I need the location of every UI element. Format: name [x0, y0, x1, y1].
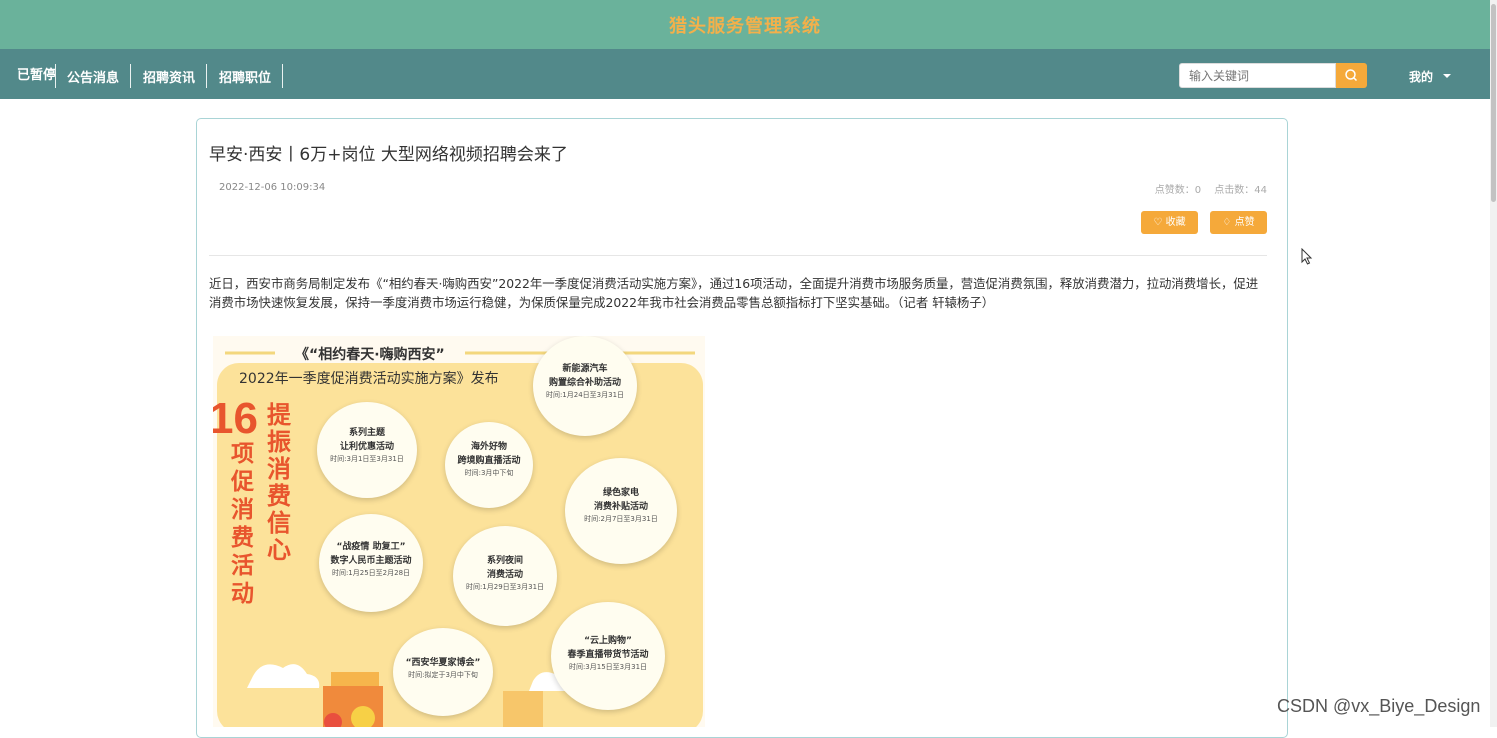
nav-separator [206, 64, 207, 88]
paused-label: 已暂停 [17, 68, 57, 83]
mouse-cursor-icon [1301, 248, 1313, 265]
article-datetime: 2022-12-06 10:09:34 [219, 182, 326, 193]
search-input[interactable] [1179, 63, 1336, 88]
article-stats: 点赞数：0 点击数：44 [1145, 181, 1267, 196]
poster-vertical-right: 提振消费信心 [267, 401, 291, 564]
poster-vertical-left: 项促消费活动 [231, 441, 254, 607]
poster-bubble: 系列夜间 消费活动 时间:1月29日至3月31日 [453, 526, 557, 626]
search-icon [1345, 69, 1358, 82]
poster-bubble: 海外好物 跨境购直播活动 时间:3月中下旬 [445, 422, 533, 508]
poster-bubble: “云上购物” 春季直播带货节活动 时间:3月15日至3月31日 [551, 602, 665, 710]
poster-big-number: 16 [213, 394, 258, 443]
search-button[interactable] [1336, 63, 1367, 88]
article-body: 近日，西安市商务局制定发布《“相约春天·嗨购西安”2022年一季度促消费活动实施… [209, 276, 1259, 310]
divider [209, 255, 1267, 256]
nav-separator [282, 64, 283, 88]
article-title: 早安·西安丨6万+岗位 大型网络视频招聘会来了 [209, 145, 568, 165]
likes-count: 点赞数：0 [1154, 185, 1202, 196]
watermark: CSDN @vx_Biye_Design [1277, 696, 1481, 716]
favorite-button[interactable]: ♡ 收藏 [1141, 211, 1198, 234]
nav-item-news[interactable]: 招聘资讯 [143, 67, 195, 86]
chevron-down-icon[interactable] [1443, 74, 1451, 78]
nav-item-jobs[interactable]: 招聘职位 [219, 67, 271, 86]
scrollbar-thumb[interactable] [1491, 4, 1496, 202]
clicks-count: 点击数：44 [1214, 185, 1267, 196]
poster-heading-2: 2022年一季度促消费活动实施方案》发布 [239, 371, 499, 387]
nav-item-notices[interactable]: 公告消息 [67, 67, 119, 86]
app-header: 猎头服务管理系统 [0, 0, 1490, 49]
poster-bubble: 绿色家电 消费补贴活动 时间:2月7日至3月31日 [565, 458, 677, 564]
article-poster-image: 《“相约春天·嗨购西安” 2022年一季度促消费活动实施方案》发布 16 项促消… [213, 336, 705, 727]
user-menu[interactable]: 我的 [1409, 68, 1433, 85]
nav-separator [55, 64, 56, 88]
poster-bubble: 系列主题 让利优惠活动 时间:3月1日至3月31日 [317, 402, 417, 498]
poster-bubble: “西安华夏家博会” 时间:拟定于3月中下旬 [393, 628, 493, 716]
poster-heading-1: 《“相约春天·嗨购西安” [295, 347, 445, 363]
nav-separator [130, 64, 131, 88]
poster-bubble: 新能源汽车 购置综合补助活动 时间:1月24日至3月31日 [533, 336, 637, 436]
app-title: 猎头服务管理系统 [669, 16, 821, 37]
like-button[interactable]: ♢ 点赞 [1210, 211, 1267, 234]
poster-bubble: “战疫情 助复工” 数字人民币主题活动 时间:1月25日至2月28日 [319, 514, 423, 612]
